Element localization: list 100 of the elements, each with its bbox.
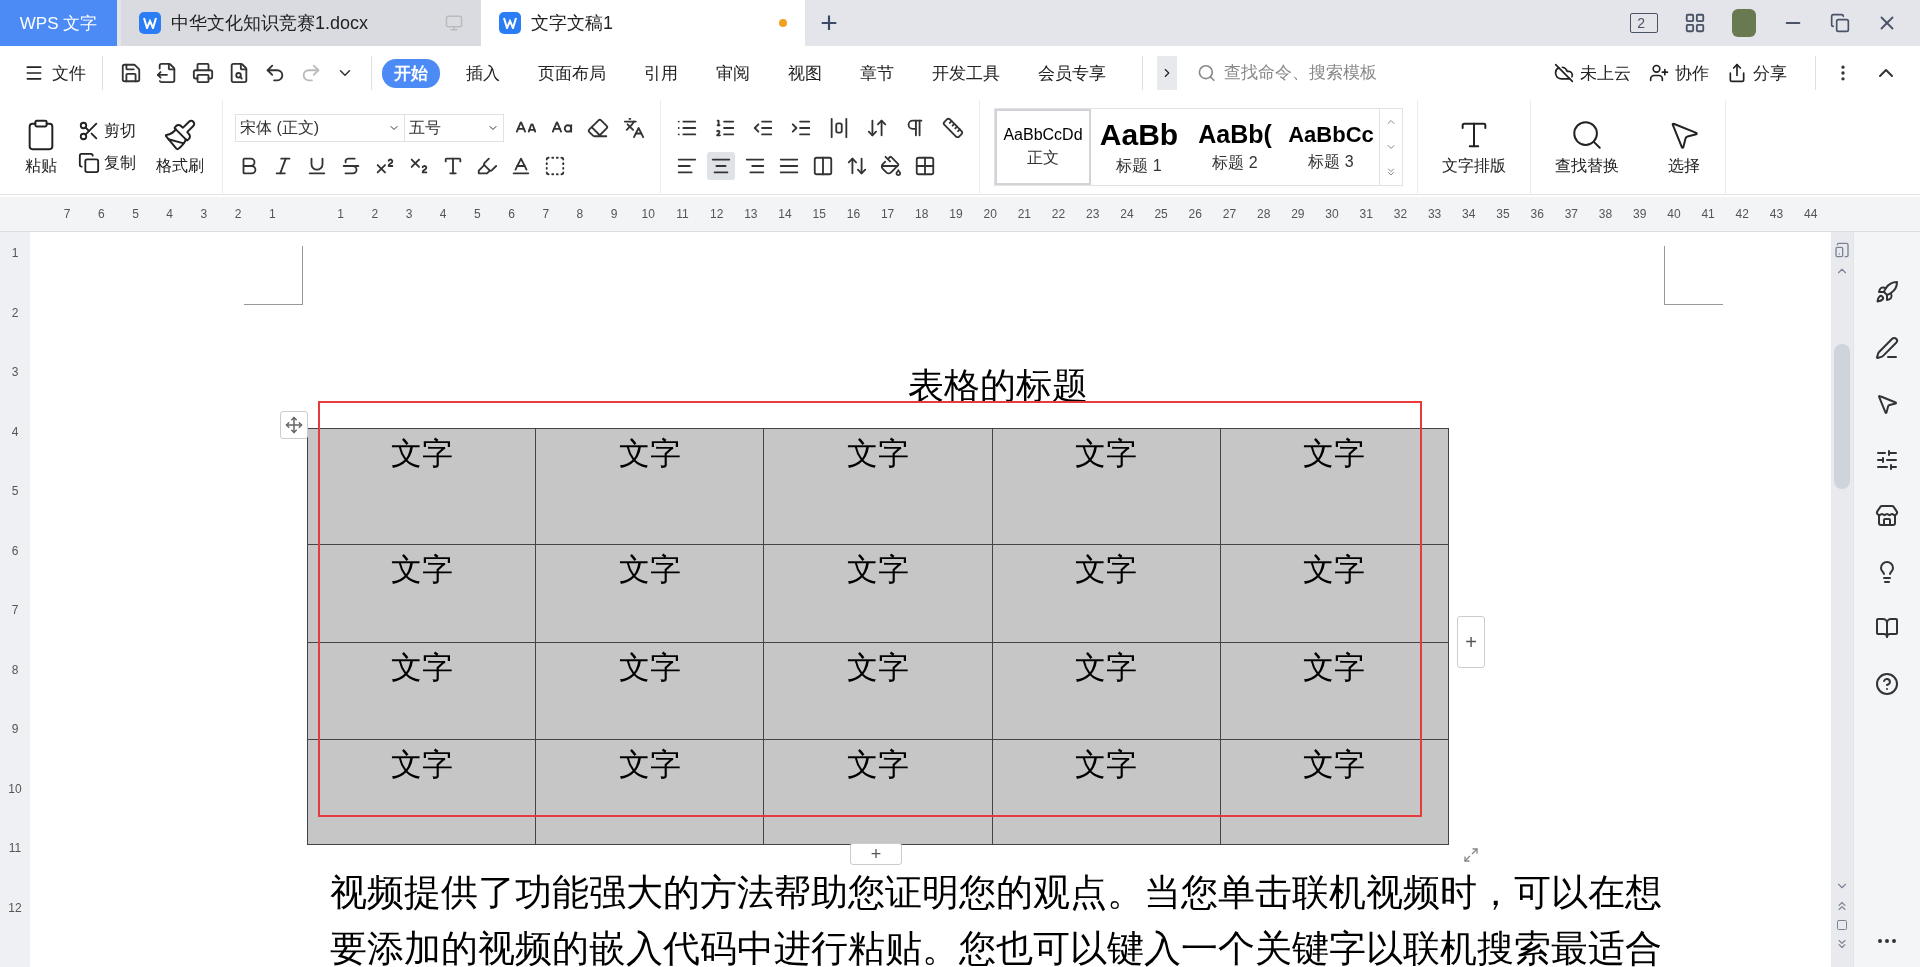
borders-icon[interactable]	[914, 155, 936, 177]
ruler-number: 8	[10, 662, 20, 679]
next-page-icon[interactable]	[1835, 937, 1849, 951]
add-row-button[interactable]: +	[850, 843, 902, 865]
add-column-button[interactable]: +	[1457, 616, 1485, 668]
ruler-number: 5	[473, 207, 482, 221]
ruler-number: 36	[1529, 207, 1545, 221]
ruler-number: 28	[1255, 207, 1272, 221]
save-icon[interactable]	[120, 62, 142, 84]
ribbon-tab[interactable]: 会员专享	[1026, 58, 1118, 88]
body-paragraph: 视频提供了功能强大的方法帮助您证明您的观点。当您单击联机视频时，可以在想要添加的视频的嵌入代码中进行粘贴。您也可以键入一个关键字以联机搜索最适合	[330, 871, 1663, 967]
style-preset[interactable]: AaBb 标题 1	[1091, 109, 1187, 185]
pen-icon[interactable]	[1875, 336, 1899, 360]
ruler-number: 1	[267, 207, 277, 221]
ruler-number: 43	[1768, 207, 1785, 221]
ribbon-tab[interactable]: 插入	[454, 58, 512, 88]
undo-icon[interactable]	[264, 62, 286, 84]
ruler-number: 40	[1666, 207, 1682, 221]
style-preset[interactable]: AaBbCc 标题 3	[1283, 109, 1379, 185]
ribbon-tab[interactable]: 章节	[848, 58, 906, 88]
store-icon[interactable]	[1875, 504, 1899, 528]
browse-object-icon[interactable]	[1836, 919, 1848, 931]
format-painter-button[interactable]: 格式刷	[150, 117, 210, 177]
shading-icon[interactable]	[880, 155, 902, 177]
ribbon-tab[interactable]: 页面布局	[526, 58, 618, 88]
sort-icon[interactable]	[866, 117, 888, 139]
line-spacing-icon[interactable]	[846, 155, 868, 177]
ruler-number: 1	[336, 207, 345, 221]
eraser-icon[interactable]	[587, 117, 609, 139]
ribbon-button[interactable]: 查找替换	[1549, 117, 1625, 177]
cloud-icon[interactable]	[1554, 63, 1574, 83]
table-move-handle[interactable]	[280, 411, 308, 439]
ribbon-tab[interactable]: 视图	[776, 58, 834, 88]
export-icon[interactable]	[156, 62, 178, 84]
rocket-icon[interactable]	[1875, 280, 1899, 304]
margin-corner-mark	[244, 246, 303, 305]
window-count-badge[interactable]: 2	[1630, 13, 1658, 33]
restore-icon[interactable]	[1830, 13, 1850, 33]
toolbar-action[interactable]: 未上云	[1554, 61, 1631, 85]
copy-icon[interactable]	[78, 152, 100, 174]
file-menu[interactable]: 文件	[18, 57, 92, 89]
strikethrough-icon[interactable]	[340, 155, 362, 177]
document-tab[interactable]: 文字文稿1	[481, 0, 805, 46]
ruler-number: 25	[1153, 207, 1169, 221]
ribbon-button[interactable]: 选择	[1661, 117, 1707, 177]
add-user-icon[interactable]	[1649, 63, 1669, 83]
font-size-select[interactable]: 五号	[404, 114, 504, 142]
sliders-icon[interactable]	[1875, 448, 1899, 472]
table-cell: 文字	[1220, 642, 1449, 740]
ruler-number: 3	[10, 365, 20, 381]
share-icon[interactable]	[1727, 63, 1747, 83]
table-cell: 文字	[992, 642, 1221, 740]
document-tab[interactable]: 中华文化知识竞赛1.docx	[121, 0, 481, 46]
book-icon[interactable]	[1875, 616, 1899, 640]
vertical-scrollbar[interactable]	[1831, 232, 1853, 967]
table-cell: 文字	[307, 642, 536, 740]
print-preview-icon[interactable]	[228, 62, 250, 84]
pointer-icon[interactable]	[1875, 392, 1899, 416]
numbered-list-icon[interactable]	[714, 117, 736, 139]
toolbar-action[interactable]: 协作	[1649, 61, 1709, 85]
copy-button[interactable]: 复制	[78, 152, 136, 174]
table-cell: 文字	[535, 544, 764, 643]
resize-handle-icon[interactable]	[1463, 847, 1479, 863]
font-color-icon[interactable]	[510, 155, 532, 177]
highlighter-icon[interactable]	[476, 155, 498, 177]
avatar[interactable]	[1732, 9, 1756, 37]
ruler-number: 10	[640, 207, 656, 221]
help-icon[interactable]	[1875, 672, 1899, 696]
previous-page-icon[interactable]	[1835, 899, 1849, 913]
ribbon-tab[interactable]: 审阅	[704, 58, 762, 88]
ribbon-tab[interactable]: 开发工具	[920, 58, 1012, 88]
ruler-number: 2	[233, 207, 243, 221]
toolbar-action[interactable]: 分享	[1727, 61, 1787, 85]
ruler-icon[interactable]	[942, 117, 964, 139]
scissors-icon[interactable]	[78, 120, 100, 142]
scrollbar-thumb[interactable]	[1834, 344, 1850, 489]
ruler-number: 11	[675, 207, 690, 221]
ruler-number: 30	[1324, 207, 1340, 221]
ribbon-tab[interactable]: 引用	[632, 58, 690, 88]
style-preset[interactable]: AaBbCcDd 正文	[995, 109, 1091, 185]
underline-icon[interactable]	[306, 155, 328, 177]
search-field[interactable]: 查找命令、搜索模板	[1197, 62, 1487, 84]
margin-corner-mark	[1664, 246, 1723, 305]
new-tab-button[interactable]: +	[805, 0, 853, 46]
ruler-number: 10	[7, 781, 23, 798]
grid-icon[interactable]	[1684, 12, 1706, 34]
ruler-number: 39	[1632, 207, 1648, 221]
ribbon-button[interactable]: 文字排版	[1436, 117, 1512, 177]
ruler-number: 33	[1426, 207, 1443, 221]
wps-logo-icon	[499, 12, 521, 34]
character-border-icon[interactable]	[544, 155, 566, 177]
ruler-number: 17	[879, 207, 896, 221]
paste-button[interactable]: 粘贴	[18, 117, 64, 177]
style-preset[interactable]: AaBb( 标题 2	[1187, 109, 1283, 185]
cut-button[interactable]: 剪切	[78, 120, 136, 142]
ruler-number: 8	[575, 207, 585, 221]
paintbrush-icon[interactable]	[163, 117, 197, 152]
print-icon[interactable]	[192, 62, 214, 84]
font-select[interactable]: 宋体 (正文)	[235, 114, 405, 142]
menu-icon[interactable]	[24, 63, 44, 83]
